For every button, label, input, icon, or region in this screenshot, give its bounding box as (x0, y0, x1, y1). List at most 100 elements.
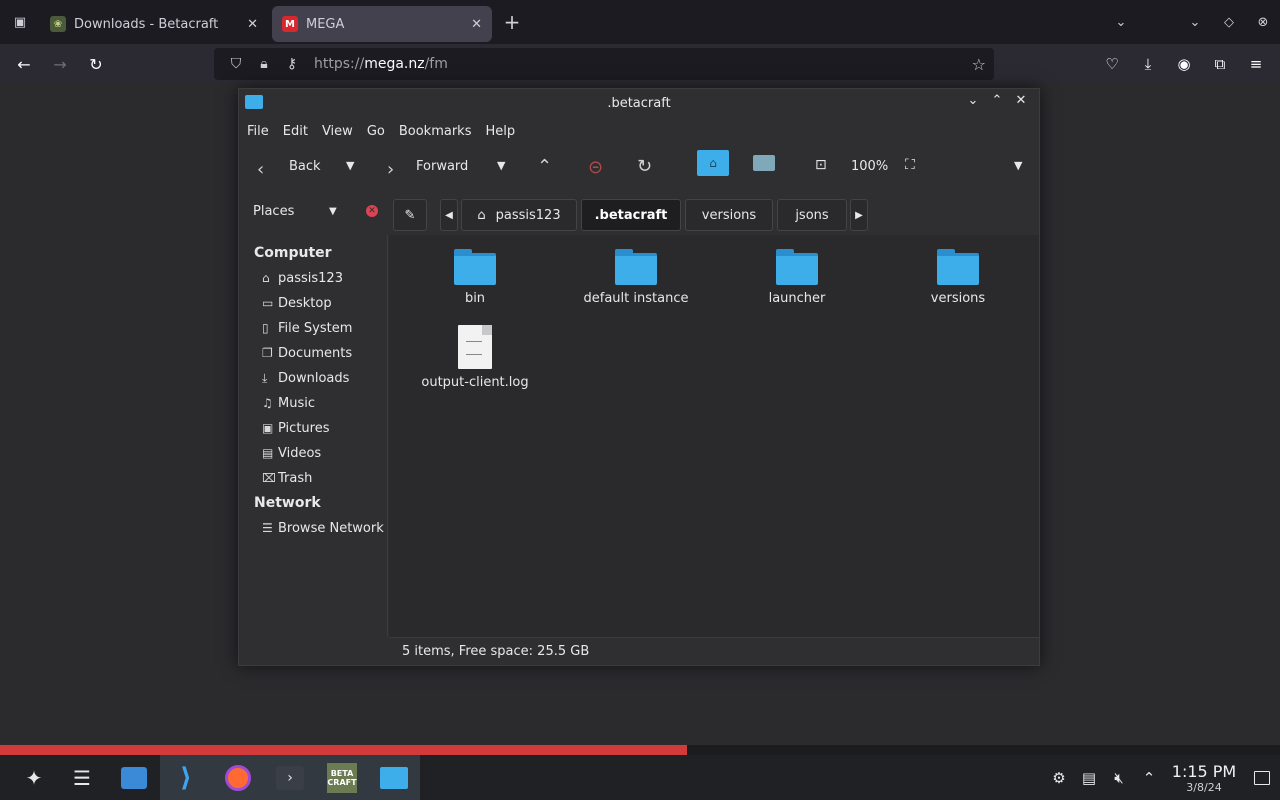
volume-muted-icon[interactable]: 🔇︎ (1104, 769, 1134, 787)
close-icon[interactable]: ✕ (1009, 93, 1033, 108)
music-icon: ♫ (262, 396, 273, 410)
list-all-tabs-icon[interactable]: ⌄ (1104, 15, 1138, 30)
new-tab-button[interactable]: + (492, 0, 532, 44)
shield-icon[interactable]: ⛉ (222, 56, 250, 72)
sidebar-heading-network: Network (254, 495, 321, 511)
permissions-key-icon[interactable]: ⚷ (278, 56, 306, 72)
sidebar-item-documents[interactable]: ❐ Documents (239, 341, 387, 366)
home-folder-icon[interactable]: ⌂ (697, 150, 729, 176)
menu-go[interactable]: Go (367, 124, 385, 139)
back-chevron-icon[interactable]: ‹ (257, 159, 264, 180)
breadcrumb-jsons[interactable]: jsons (777, 199, 847, 231)
toolbar-overflow-icon[interactable]: ▼ (1014, 159, 1022, 172)
file-manager-titlebar[interactable]: .betacraft ⌄ ⌃ ✕ (239, 89, 1039, 117)
videos-icon: ▤ (262, 446, 274, 460)
window-title: .betacraft (607, 95, 671, 111)
sidebar-item-trash[interactable]: ⌧ Trash (239, 466, 387, 491)
reload-icon[interactable]: ↻ (637, 156, 652, 177)
zoom-out-icon[interactable]: ⊡ (815, 157, 827, 173)
breadcrumb-scroll-right-icon[interactable]: ▶ (850, 199, 868, 231)
firefox-icon[interactable] (212, 755, 264, 800)
forward-arrow-icon[interactable]: → (42, 48, 78, 80)
account-icon[interactable]: ◉ (1166, 55, 1202, 73)
tray-expand-icon[interactable]: ⌃ (1134, 769, 1164, 787)
menu-view[interactable]: View (322, 124, 353, 139)
url-text[interactable]: https://mega.nz/fm (314, 56, 448, 72)
menu-file[interactable]: File (247, 124, 269, 139)
folder-item-versions[interactable]: versions (888, 249, 1028, 306)
breadcrumb-versions[interactable]: versions (685, 199, 773, 231)
reload-icon[interactable]: ↻ (78, 48, 114, 80)
downloads-icon[interactable]: ⤓ (1130, 55, 1166, 73)
folder-icon (776, 249, 818, 285)
sidebar-item-file-system[interactable]: ▯ File System (239, 316, 387, 341)
places-selector[interactable]: Places ▼ ✕ (245, 199, 383, 223)
application-launcher-icon[interactable]: ✦ (8, 755, 60, 800)
menu-bookmarks[interactable]: Bookmarks (399, 124, 472, 139)
computer-icon[interactable] (753, 155, 775, 171)
maximize-icon[interactable]: ⌃ (985, 93, 1009, 108)
folder-item-bin[interactable]: bin (405, 249, 545, 306)
taskbar: ✦ ☰ ⟩ › BETA CRAFT ⚙ ▤ 🔇︎ ⌃ 1:15 PM 3/8/… (0, 755, 1280, 800)
folder-item-default-instance[interactable]: default instance (566, 249, 706, 306)
go-up-icon[interactable]: ⌃ (537, 156, 552, 177)
folder-item-launcher[interactable]: launcher (727, 249, 867, 306)
url-path: /fm (424, 56, 448, 72)
forward-button[interactable]: Forward (416, 159, 468, 174)
back-history-dropdown-icon[interactable]: ▼ (346, 159, 354, 172)
forward-chevron-icon[interactable]: › (387, 159, 394, 180)
sidebar-item-music[interactable]: ♫ Music (239, 391, 387, 416)
menu-icon[interactable]: ≡ (1238, 55, 1274, 73)
close-sidebar-icon[interactable]: ✕ (366, 205, 378, 217)
breadcrumb-home[interactable]: ⌂ passis123 (461, 199, 577, 231)
file-item-output-client-log[interactable]: output-client.log (405, 325, 545, 390)
tab-downloads-betacraft[interactable]: ❀ Downloads - Betacraft ✕ (40, 6, 268, 42)
sidebar-item-home[interactable]: ⌂ passis123 (239, 266, 387, 291)
system-settings-icon[interactable]: ☰ (56, 755, 108, 800)
file-manager-task-icon[interactable] (368, 755, 420, 800)
places-dropdown-icon[interactable]: ▼ (329, 206, 337, 217)
minimize-icon[interactable]: ⌄ (1178, 15, 1212, 30)
url-host: mega.nz (364, 56, 425, 72)
breadcrumb-betacraft[interactable]: .betacraft (581, 199, 681, 231)
betacraft-launcher-icon[interactable]: BETA CRAFT (316, 755, 368, 800)
back-arrow-icon[interactable]: ← (6, 48, 42, 80)
tab-list-icon[interactable]: ▣ (0, 0, 40, 44)
tab-close-icon[interactable]: ✕ (471, 17, 482, 32)
back-button[interactable]: Back (289, 159, 321, 174)
show-desktop-icon[interactable] (1244, 770, 1280, 785)
clock[interactable]: 1:15 PM 3/8/24 (1170, 762, 1238, 794)
vscode-icon[interactable]: ⟩ (160, 755, 212, 800)
forward-history-dropdown-icon[interactable]: ▼ (497, 159, 505, 172)
lock-icon[interactable]: 🔒︎ (250, 56, 278, 72)
stop-icon[interactable]: ⊝ (588, 157, 603, 178)
menu-help[interactable]: Help (485, 124, 515, 139)
zoom-in-icon[interactable]: ⛶ (905, 157, 915, 173)
clock-time: 1:15 PM (1171, 761, 1237, 781)
url-bar[interactable]: ⛉ 🔒︎ ⚷ https://mega.nz/fm ☆ (214, 48, 994, 80)
network-status-icon[interactable]: ⚙ (1044, 769, 1074, 787)
sidebar-item-videos[interactable]: ▤ Videos (239, 441, 387, 466)
close-window-icon[interactable]: ⊗ (1246, 15, 1280, 30)
pocket-icon[interactable]: ♡ (1094, 55, 1130, 73)
file-label: output-client.log (421, 375, 529, 390)
sidebar-item-downloads[interactable]: ⤓ Downloads (239, 366, 387, 391)
extensions-icon[interactable]: ⧉ (1202, 55, 1238, 73)
tab-mega[interactable]: M MEGA ✕ (272, 6, 492, 42)
menu-edit[interactable]: Edit (283, 124, 308, 139)
sidebar-item-browse-network[interactable]: ☰ Browse Network (239, 516, 387, 541)
sidebar-item-pictures[interactable]: ▣ Pictures (239, 416, 387, 441)
network-icon: ☰ (262, 521, 273, 535)
minimize-icon[interactable]: ⌄ (961, 93, 985, 108)
file-view[interactable]: bin default instance launcher versions o… (389, 235, 1039, 637)
clipboard-icon[interactable]: ▤ (1074, 769, 1104, 787)
sidebar-item-label: Videos (278, 446, 322, 461)
discover-store-icon[interactable] (108, 755, 160, 800)
breadcrumb-scroll-left-icon[interactable]: ◀ (440, 199, 458, 231)
sidebar-item-desktop[interactable]: ▭ Desktop (239, 291, 387, 316)
maximize-icon[interactable]: ◇ (1212, 15, 1246, 30)
bookmark-star-icon[interactable]: ☆ (972, 55, 986, 74)
terminal-icon[interactable]: › (264, 755, 316, 800)
edit-path-pencil-icon[interactable]: ✎ (393, 199, 427, 231)
tab-close-icon[interactable]: ✕ (247, 17, 258, 32)
